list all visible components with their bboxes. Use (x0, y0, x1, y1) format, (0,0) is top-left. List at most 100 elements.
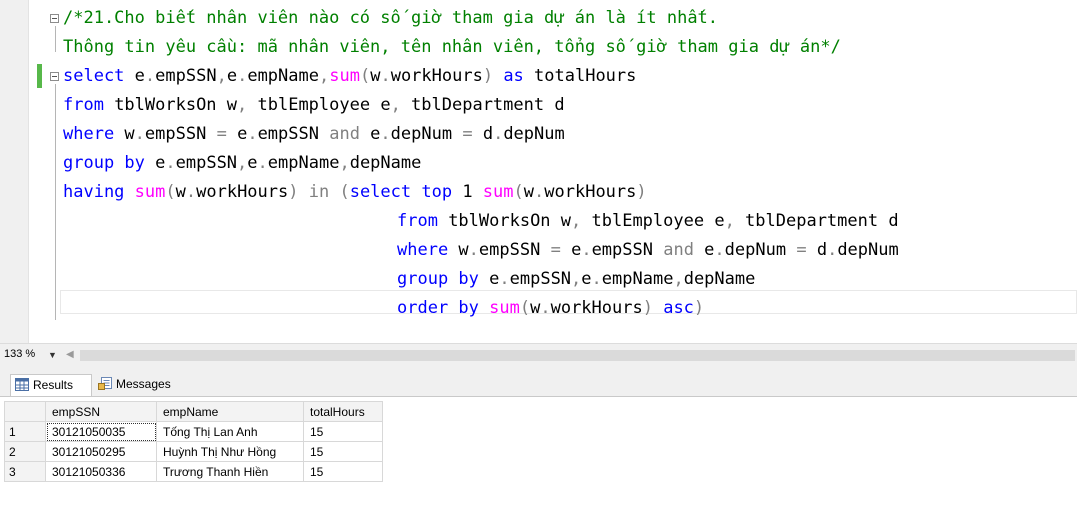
cell-totalhours[interactable]: 15 (303, 461, 383, 482)
code-token: workHours (196, 182, 289, 202)
grid-icon (15, 378, 29, 391)
query-editor[interactable]: /*21.Cho biết nhân viên nào có số giờ th… (0, 0, 1077, 343)
code-token: tblEmployee e (247, 95, 391, 115)
cell-empname[interactable]: Trương Thanh Hiền (156, 461, 304, 482)
fold-guide-line (55, 84, 56, 320)
code-token: empSSN (144, 124, 217, 144)
cell-empname[interactable]: Tống Thị Lan Anh (156, 421, 304, 442)
results-tab-bar: Results Messages (0, 367, 1077, 396)
cell-empssn[interactable]: 30121050295 (45, 441, 157, 462)
code-token: Thông tin yêu cầu: mã nhân viên, tên nhâ… (63, 37, 841, 57)
code-token: e (359, 124, 381, 144)
code-line[interactable]: select e.empSSN,e.empName,sum(w.workHour… (63, 64, 636, 88)
code-token: group by (397, 269, 479, 289)
code-token: having (63, 182, 125, 202)
code-token: group by (63, 153, 145, 173)
code-token: depNum (390, 124, 463, 144)
code-token: ) (693, 298, 705, 318)
code-token: depNum (724, 240, 797, 260)
code-token: = (796, 240, 807, 260)
code-token: depName (349, 153, 422, 173)
results-grid[interactable]: empSSN empName totalHours 1 30121050035 … (4, 401, 383, 482)
code-token: empName (267, 153, 340, 173)
code-token: , (237, 95, 248, 115)
code-token: sum (329, 66, 360, 86)
tab-messages[interactable]: Messages (94, 374, 192, 396)
code-token: , (571, 269, 582, 289)
code-token: . (493, 124, 504, 144)
code-token: . (714, 240, 725, 260)
code-token: e (124, 66, 145, 86)
code-token: . (534, 182, 545, 202)
code-token: 1 (452, 182, 483, 202)
code-token: . (591, 269, 602, 289)
row-number[interactable]: 3 (4, 461, 46, 482)
code-token: e (247, 153, 258, 173)
code-line[interactable]: Thông tin yêu cầu: mã nhân viên, tên nhâ… (63, 35, 841, 59)
code-line[interactable]: where w.empSSN = e.empSSN and e.depNum =… (397, 238, 899, 262)
cell-empname[interactable]: Huỳnh Thị Như Hồng (156, 441, 304, 462)
code-token: w (530, 298, 541, 318)
cell-totalhours[interactable]: 15 (303, 421, 383, 442)
code-token: e (226, 66, 238, 86)
code-line[interactable]: order by sum(w.workHours) asc) (397, 296, 704, 320)
code-token: . (247, 124, 258, 144)
zoom-level[interactable]: 133 % (4, 348, 35, 360)
code-token: w (175, 182, 186, 202)
zoom-dropdown-icon[interactable]: ▼ (48, 350, 57, 360)
collapse-box-icon[interactable] (50, 72, 59, 81)
code-token: order by (397, 298, 479, 318)
code-token: , (390, 95, 401, 115)
change-indicator (37, 64, 42, 88)
code-token: e (560, 240, 582, 260)
code-line[interactable]: group by e.empSSN,e.empName,depName (63, 151, 421, 175)
row-number[interactable]: 1 (4, 421, 46, 442)
code-token: d (806, 240, 828, 260)
table-row[interactable]: 2 30121050295 Huỳnh Thị Như Hồng 15 (4, 441, 383, 462)
fold-guide-line (55, 26, 56, 52)
code-token: , (571, 211, 582, 231)
code-line[interactable]: from tblWorksOn w, tblEmployee e, tblDep… (397, 209, 899, 233)
code-token: ( (165, 182, 176, 202)
collapse-box-icon[interactable] (50, 14, 59, 23)
status-strip: 133 % ▼ ◀ (0, 343, 1077, 367)
code-token: , (237, 153, 248, 173)
code-line[interactable]: having sum(w.workHours) in (select top 1… (63, 180, 647, 204)
code-line[interactable]: group by e.empSSN,e.empName,depName (397, 267, 755, 291)
cell-empssn[interactable]: 30121050035 (45, 421, 157, 442)
code-token: workHours (550, 298, 643, 318)
code-token: as (493, 66, 524, 86)
row-number[interactable]: 2 (4, 441, 46, 462)
code-token: , (318, 66, 330, 86)
scroll-left-icon[interactable]: ◀ (66, 349, 74, 360)
code-token: = (462, 124, 473, 144)
column-header-empname[interactable]: empName (156, 401, 304, 422)
code-token: empName (247, 66, 319, 86)
grid-corner-cell[interactable] (4, 401, 46, 422)
code-line[interactable]: where w.empSSN = e.empSSN and e.depNum =… (63, 122, 565, 146)
horizontal-scrollbar[interactable] (80, 350, 1075, 361)
code-token: ) (642, 298, 653, 318)
code-line[interactable]: /*21.Cho biết nhân viên nào có số giờ th… (63, 6, 718, 30)
code-token: w (448, 240, 469, 260)
code-line[interactable]: from tblWorksOn w, tblEmployee e, tblDep… (63, 93, 565, 117)
code-token: , (724, 211, 735, 231)
column-header-totalhours[interactable]: totalHours (303, 401, 383, 422)
code-token: empSSN (509, 269, 572, 289)
code-token: = (216, 124, 227, 144)
cell-empssn[interactable]: 30121050336 (45, 461, 157, 482)
table-row[interactable]: 1 30121050035 Tống Thị Lan Anh 15 (4, 421, 383, 442)
tab-results[interactable]: Results (10, 374, 92, 396)
code-token: totalHours (523, 66, 637, 86)
code-token: empSSN (155, 66, 217, 86)
code-token: . (165, 153, 176, 173)
code-token: /*21.Cho biết nhân viên nào có số giờ th… (63, 8, 719, 28)
column-header-empssn[interactable]: empSSN (45, 401, 157, 422)
code-token: asc (652, 298, 694, 318)
code-token: w (114, 124, 135, 144)
table-row[interactable]: 3 30121050336 Trương Thanh Hiền 15 (4, 461, 383, 482)
code-token: and (663, 240, 694, 260)
cell-totalhours[interactable]: 15 (303, 441, 383, 462)
code-token: e (144, 153, 166, 173)
code-token: . (237, 66, 248, 86)
